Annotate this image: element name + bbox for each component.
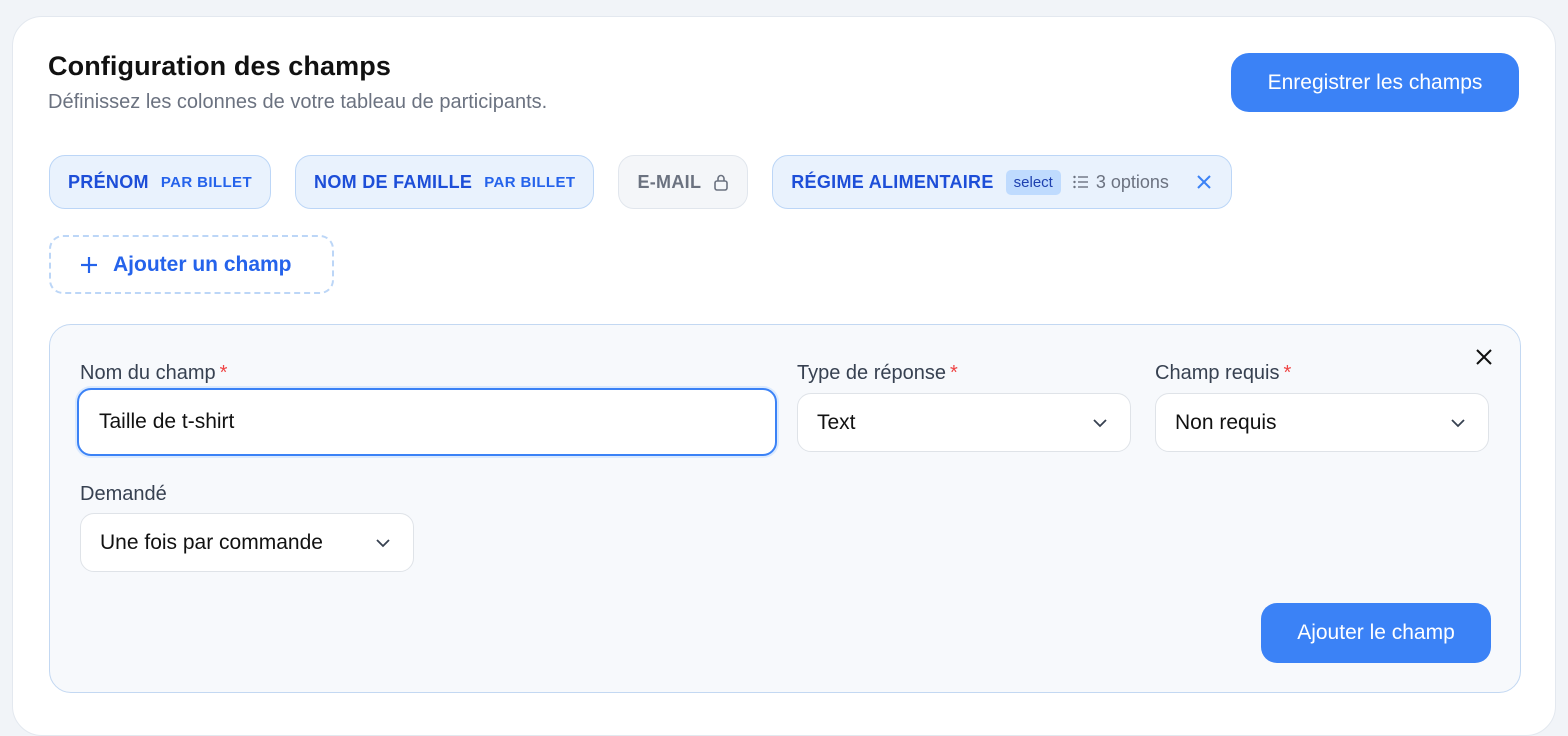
field-name-label-text: Nom du champ — [80, 362, 216, 384]
lock-icon — [714, 174, 729, 191]
field-chip-label: RÉGIME ALIMENTAIRE — [791, 171, 994, 192]
field-name-label: Nom du champ * — [80, 362, 227, 385]
required-marker: * — [1283, 362, 1292, 384]
required-field-label: Champ requis * — [1155, 362, 1291, 385]
field-chip-label: PRÉNOM — [68, 171, 149, 192]
add-field-submit-button[interactable]: Ajouter le champ — [1261, 603, 1491, 663]
page-subtitle: Définissez les colonnes de votre tableau… — [48, 91, 548, 113]
response-type-label-text: Type de réponse — [797, 362, 946, 384]
chevron-down-icon — [1093, 418, 1107, 427]
field-chip-email: E-MAIL — [618, 155, 749, 209]
field-options-count: 3 options — [1095, 171, 1169, 192]
plus-icon — [81, 256, 97, 273]
field-chip-list: PRÉNOM PAR BILLET NOM DE FAMILLE PAR BIL… — [49, 155, 1232, 209]
asked-select[interactable]: Une fois par commande — [80, 513, 414, 572]
response-type-label: Type de réponse * — [797, 362, 958, 385]
field-name-input[interactable] — [77, 388, 777, 456]
add-field-label: Ajouter un champ — [113, 252, 292, 276]
asked-value: Une fois par commande — [100, 530, 323, 554]
field-chip-nom-de-famille[interactable]: NOM DE FAMILLE PAR BILLET — [295, 155, 595, 209]
close-icon[interactable] — [1195, 173, 1213, 191]
required-field-select[interactable]: Non requis — [1155, 393, 1489, 452]
required-field-label-text: Champ requis — [1155, 362, 1280, 384]
required-marker: * — [950, 362, 958, 384]
required-marker: * — [219, 362, 228, 384]
chevron-down-icon — [1451, 418, 1465, 427]
field-chip-label: NOM DE FAMILLE — [314, 171, 473, 192]
field-chip-scope: PAR BILLET — [484, 173, 576, 191]
response-type-value: Text — [817, 410, 856, 434]
field-options: 3 options — [1073, 172, 1169, 193]
field-config-card: Configuration des champs Définissez les … — [12, 16, 1556, 736]
page-title: Configuration des champs — [48, 51, 391, 81]
field-chip-scope: PAR BILLET — [160, 173, 253, 191]
field-chip-label: E-MAIL — [637, 171, 702, 192]
new-field-panel: Nom du champ* Type de réponse* Text Cham… — [49, 324, 1521, 693]
save-fields-button[interactable]: Enregistrer les champs — [1231, 53, 1519, 112]
list-icon — [1073, 175, 1088, 189]
add-field-button[interactable]: Ajouter un champ — [49, 235, 334, 294]
field-chip-regime-alimentaire[interactable]: RÉGIME ALIMENTAIRE select 3 options — [772, 155, 1232, 209]
required-field-value: Non requis — [1175, 410, 1277, 434]
close-icon[interactable] — [1474, 347, 1494, 367]
asked-label: Demandé — [80, 483, 167, 505]
chevron-down-icon — [376, 538, 390, 547]
field-type-badge: select — [1005, 169, 1061, 195]
field-chip-prenom[interactable]: PRÉNOM PAR BILLET — [49, 155, 272, 209]
response-type-select[interactable]: Text — [797, 393, 1131, 452]
